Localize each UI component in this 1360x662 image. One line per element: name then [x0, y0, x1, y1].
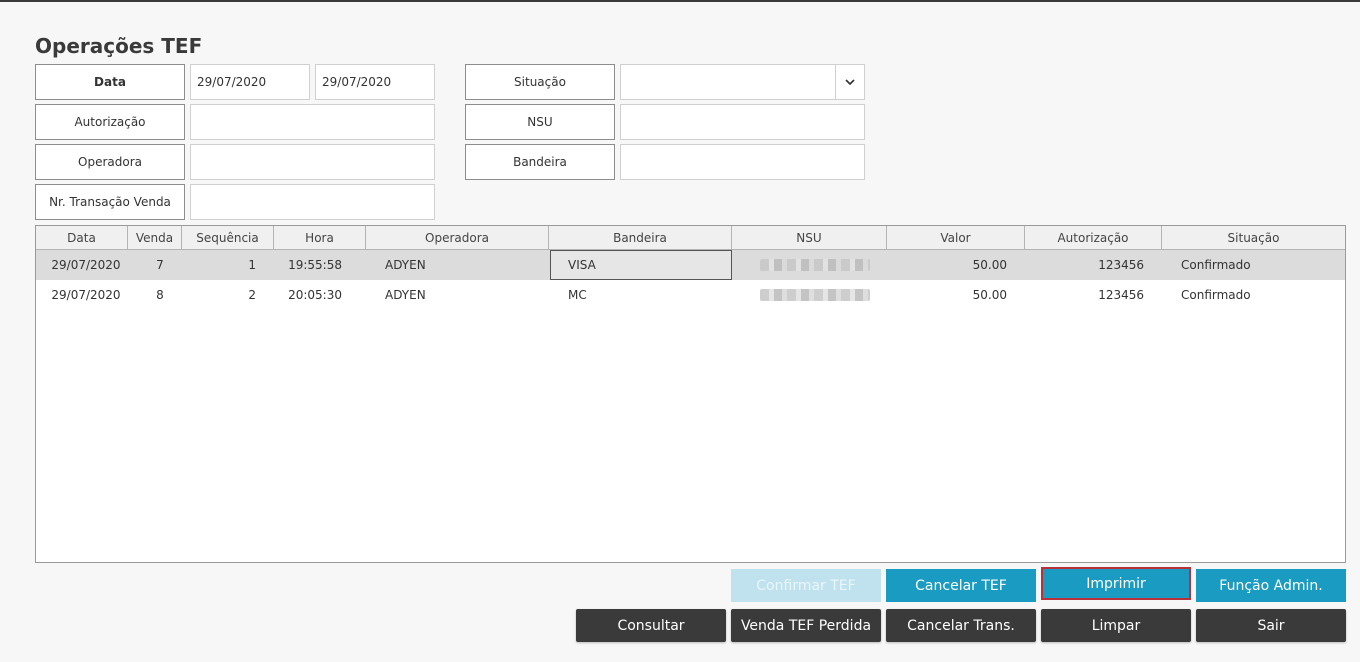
cancelar-trans-button[interactable]: Cancelar Trans. [886, 609, 1036, 642]
cell-sequencia: 1 [248, 258, 256, 272]
col-hora[interactable]: Hora [274, 226, 366, 249]
sair-button[interactable]: Sair [1196, 609, 1346, 642]
imprimir-button[interactable]: Imprimir [1041, 567, 1191, 600]
col-bandeira[interactable]: Bandeira [549, 226, 732, 249]
cell-autorizacao: 123456 [1098, 258, 1144, 272]
transacao-label: Nr. Transação Venda [35, 184, 185, 220]
situacao-select[interactable] [620, 64, 865, 100]
cell-nsu [760, 280, 880, 310]
nsu-field[interactable] [620, 104, 865, 140]
situacao-label: Situação [465, 64, 615, 100]
table-row[interactable]: 29/07/2020 8 2 20:05:30 ADYEN MC 50.00 1… [36, 280, 1345, 310]
autorizacao-label: Autorização [35, 104, 185, 140]
col-nsu[interactable]: NSU [732, 226, 887, 249]
cell-sequencia: 2 [248, 288, 256, 302]
funcao-admin-button[interactable]: Função Admin. [1196, 569, 1346, 602]
table-header: Data Venda Sequência Hora Operadora Band… [36, 226, 1345, 250]
cell-operadora: ADYEN [385, 258, 426, 272]
confirmar-tef-button[interactable]: Confirmar TEF [731, 569, 881, 602]
cell-operadora: ADYEN [385, 288, 426, 302]
nsu-label: NSU [465, 104, 615, 140]
col-operadora[interactable]: Operadora [366, 226, 549, 249]
cell-hora: 20:05:30 [288, 288, 342, 302]
cell-bandeira[interactable]: VISA [550, 250, 732, 280]
page-title: Operações TEF [35, 34, 203, 58]
cell-valor: 50.00 [972, 258, 1007, 272]
top-border [0, 0, 1360, 2]
redacted-nsu [760, 259, 870, 271]
chevron-down-icon[interactable] [835, 65, 864, 99]
table-row[interactable]: 29/07/2020 7 1 19:55:58 ADYEN VISA 50.00… [36, 250, 1345, 280]
operations-table[interactable]: Data Venda Sequência Hora Operadora Band… [35, 225, 1346, 563]
cell-situacao: Confirmado [1181, 258, 1251, 272]
cell-venda: 8 [156, 288, 164, 302]
limpar-button[interactable]: Limpar [1041, 609, 1191, 642]
cancelar-tef-button[interactable]: Cancelar TEF [886, 569, 1036, 602]
operadora-label: Operadora [35, 144, 185, 180]
consultar-button[interactable]: Consultar [576, 609, 726, 642]
venda-tef-perdida-button[interactable]: Venda TEF Perdida [731, 609, 881, 642]
redacted-nsu [760, 289, 870, 301]
col-valor[interactable]: Valor [887, 226, 1025, 249]
col-autorizacao[interactable]: Autorização [1025, 226, 1162, 249]
operadora-field[interactable] [190, 144, 435, 180]
col-sequencia[interactable]: Sequência [182, 226, 274, 249]
cell-hora: 19:55:58 [288, 258, 342, 272]
cell-valor: 50.00 [972, 288, 1007, 302]
data-label: Data [35, 64, 185, 100]
bandeira-label: Bandeira [465, 144, 615, 180]
cell-data: 29/07/2020 [51, 258, 121, 272]
bandeira-field[interactable] [620, 144, 865, 180]
cell-autorizacao: 123456 [1098, 288, 1144, 302]
transacao-field[interactable] [190, 184, 435, 220]
col-data[interactable]: Data [36, 226, 128, 249]
cell-bandeira: MC [568, 288, 587, 302]
col-situacao[interactable]: Situação [1162, 226, 1345, 249]
data-from-field[interactable]: 29/07/2020 [190, 64, 310, 100]
data-to-field[interactable]: 29/07/2020 [315, 64, 435, 100]
cell-nsu [760, 250, 880, 280]
col-venda[interactable]: Venda [128, 226, 182, 249]
cell-situacao: Confirmado [1181, 288, 1251, 302]
cell-venda: 7 [156, 258, 164, 272]
cell-data: 29/07/2020 [51, 288, 121, 302]
autorizacao-field[interactable] [190, 104, 435, 140]
